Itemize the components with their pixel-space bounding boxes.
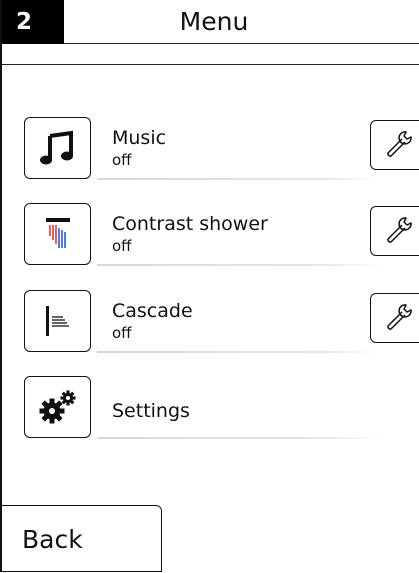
wrench-icon (387, 131, 412, 157)
row-divider (97, 264, 382, 266)
row-divider (97, 437, 382, 439)
cascade-settings-button[interactable] (370, 293, 419, 343)
menu-item-label: Settings (112, 400, 190, 422)
page-title: Menu (179, 7, 249, 36)
contrast-shower-button[interactable] (24, 203, 91, 265)
menu-item-contrast-shower[interactable]: Contrast shower off (2, 203, 419, 266)
page-number-badge: 2 (2, 0, 64, 44)
menu-item-cascade[interactable]: Cascade off (2, 290, 419, 353)
wrench-icon (387, 217, 412, 243)
wrench-icon (387, 304, 412, 330)
divider (2, 64, 419, 65)
menu-item-music[interactable]: Music off (2, 117, 419, 180)
gears-icon (39, 390, 75, 424)
row-divider (97, 351, 382, 353)
menu-item-label: Cascade (112, 300, 193, 322)
contrast-shower-icon (45, 218, 70, 248)
header-bar: 2 Menu (2, 0, 419, 44)
menu-item-settings[interactable]: Settings (2, 376, 419, 439)
row-divider (97, 178, 382, 180)
menu-item-status: off (112, 324, 132, 342)
music-settings-button[interactable] (370, 120, 419, 170)
contrast-shower-settings-button[interactable] (370, 206, 419, 256)
back-button[interactable]: Back (2, 505, 162, 572)
menu-item-label: Contrast shower (112, 213, 268, 235)
menu-item-status: off (112, 151, 132, 169)
menu-item-status: off (112, 237, 132, 255)
menu-item-label: Music (112, 127, 167, 149)
cascade-button[interactable] (24, 290, 91, 352)
settings-button[interactable] (24, 376, 91, 438)
cascade-icon (45, 306, 69, 336)
menu-screen: 2 Menu Music off Contrast shower off Cas… (0, 0, 419, 572)
music-button[interactable] (24, 117, 91, 179)
music-note-icon (39, 130, 73, 165)
